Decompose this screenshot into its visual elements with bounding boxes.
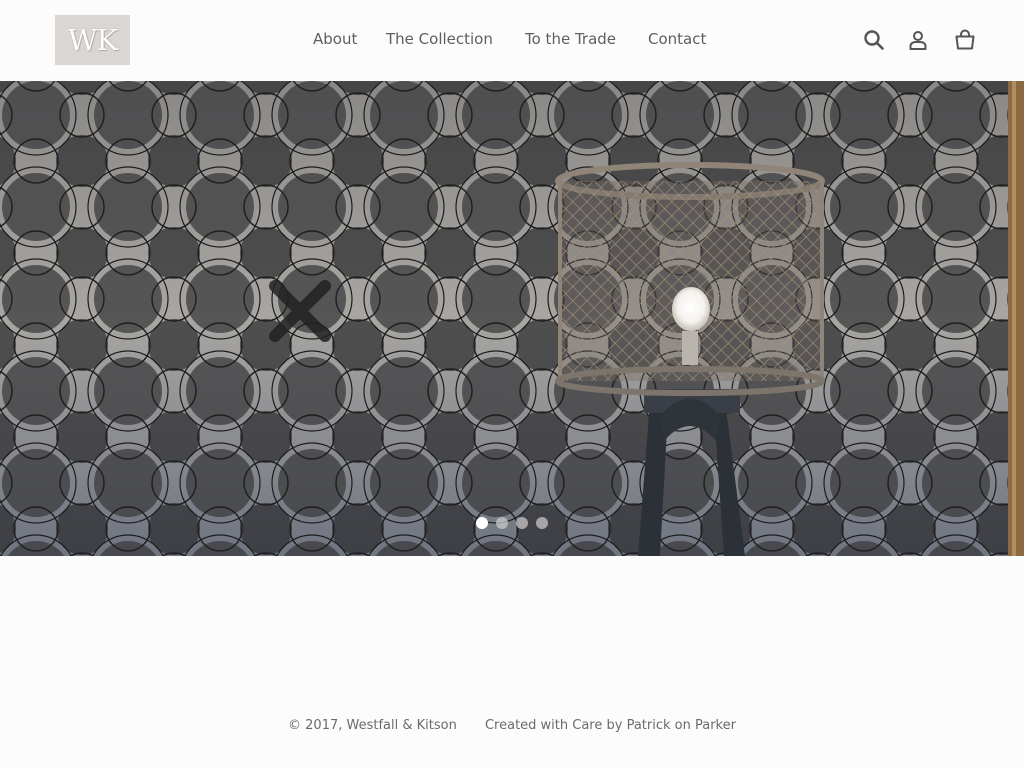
nav-link-contact[interactable]: Contact — [648, 30, 706, 48]
slide-dot-4[interactable] — [536, 517, 548, 529]
hero-slideshow[interactable] — [0, 81, 1024, 556]
nav-link-collection[interactable]: The Collection — [386, 30, 493, 48]
hero-image — [0, 81, 1024, 556]
search-icon[interactable] — [862, 28, 886, 52]
slide-dot-3[interactable] — [516, 517, 528, 529]
slide-dot-2[interactable] — [496, 517, 508, 529]
nav-link-about[interactable]: About — [313, 30, 357, 48]
copyright-text: © 2017, Westfall & Kitson — [288, 718, 457, 733]
slide-dot-1[interactable] — [476, 517, 488, 529]
slide-dots — [476, 517, 548, 529]
site-header: WK About The Collection To the Trade Con… — [0, 0, 1024, 81]
site-footer: © 2017, Westfall & Kitson Created with C… — [0, 718, 1024, 733]
account-icon[interactable] — [906, 28, 930, 52]
nav-link-trade[interactable]: To the Trade — [525, 30, 616, 48]
cart-icon[interactable] — [953, 28, 977, 52]
credit-link[interactable]: Created with Care by Patrick on Parker — [485, 718, 736, 733]
